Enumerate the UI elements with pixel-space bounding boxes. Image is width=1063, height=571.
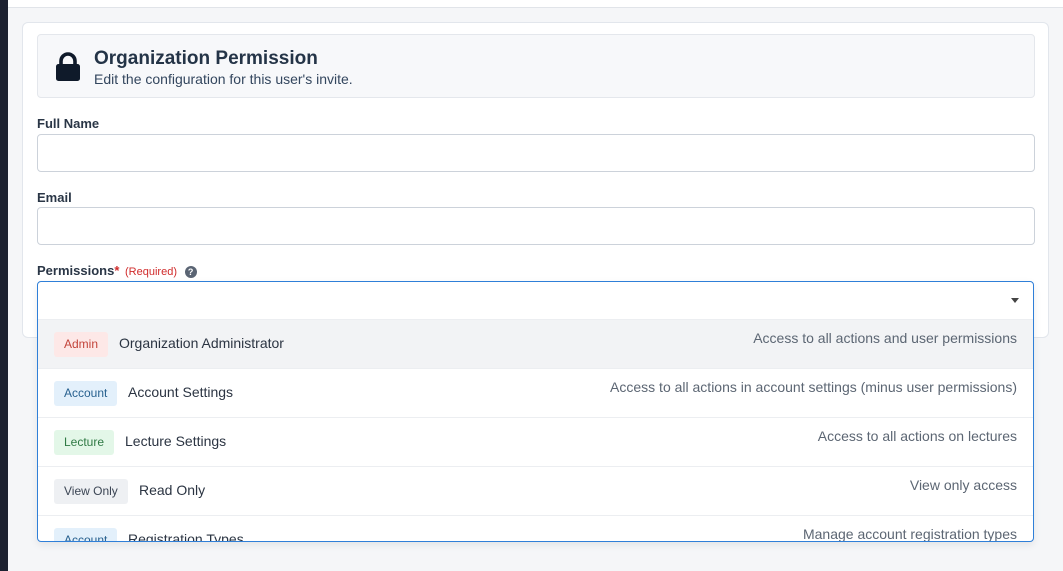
email-label: Email [37,190,72,205]
permission-option-description: Access to all actions on lectures [817,428,1017,444]
permission-option-description: View only access [909,477,1017,493]
section-title: Organization Permission [94,48,318,69]
permission-option[interactable]: View Only Read Only View only access [38,466,1033,515]
required-note: (Required) [125,266,177,278]
permission-option-name: Organization Administrator [119,335,284,351]
permissions-select[interactable]: Admin Organization Administrator Access to… [37,281,1034,542]
permission-option-name: Account Settings [128,384,234,400]
permission-option[interactable]: Account Registration Types Manage account … [38,515,1033,542]
permission-option-description: Manage account registration types [802,526,1017,542]
permission-option-name: Lecture Settings [125,433,227,449]
section-subtitle: Edit the configuration for this user's i… [94,71,353,87]
permission-option[interactable]: Lecture Lecture Settings Access to all act… [38,417,1033,466]
permission-badge: Account [54,381,118,406]
permissions-select-control[interactable] [38,282,1033,319]
permission-option-name: Read Only [139,482,206,498]
full-name-input[interactable] [37,134,1035,172]
permission-badge: Admin [54,332,109,357]
chevron-down-icon[interactable] [1011,298,1019,303]
permission-badge: View Only [54,479,128,504]
lock-icon [56,52,80,81]
permission-option[interactable]: Account Account Settings Access to all act… [38,368,1033,417]
permissions-label-text: Permissions [37,263,115,278]
top-bar [8,0,1063,8]
full-name-label: Full Name [37,116,100,131]
permission-option-description: Access to all actions and user permissio… [753,330,1017,346]
app-sidebar-edge [0,0,8,571]
permissions-label: Permissions* (Required) ? [37,263,197,278]
question-circle-icon[interactable]: ? [184,266,197,278]
section-header: Organization Permission Edit the configu… [37,34,1035,98]
permission-badge: Lecture [54,430,115,455]
permission-option-name: Registration Types [128,531,244,542]
email-input[interactable] [37,207,1035,245]
permission-badge: Account [54,528,118,541]
permission-option-description: Access to all actions in account setting… [610,379,1017,395]
required-asterisk: * [114,263,120,278]
permission-option[interactable]: Admin Organization Administrator Access to… [38,319,1033,368]
